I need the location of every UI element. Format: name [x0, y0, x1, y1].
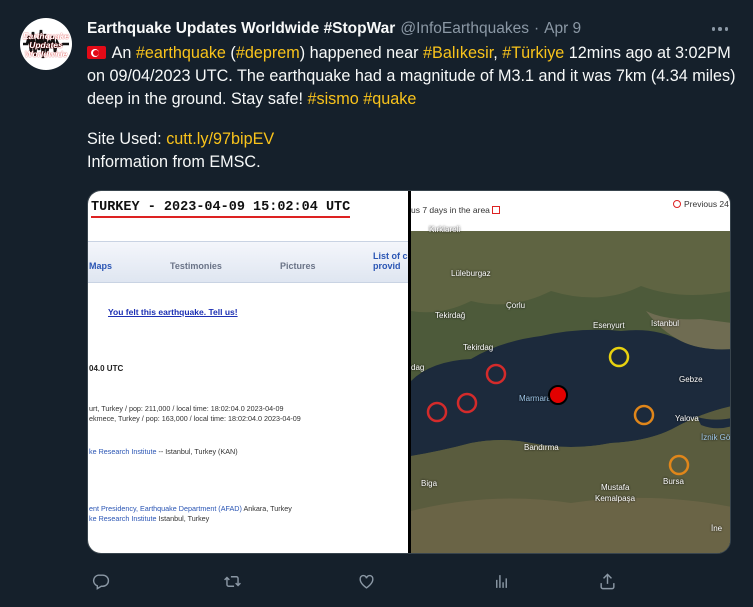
tab-pictures: Pictures [280, 261, 316, 271]
emsc-title: TURKEY - 2023-04-09 15:02:04 UTC [91, 200, 351, 218]
tab-maps: Maps [89, 261, 113, 271]
tweet-text: An #earthquake (#deprem) happened near #… [87, 42, 737, 174]
retweet-icon[interactable] [219, 568, 245, 594]
text-segment: An [111, 44, 136, 62]
like-icon[interactable] [353, 568, 379, 594]
info-source: Information from EMSC. [87, 153, 261, 171]
kan-source: ke Research Institute -- Istanbul, Turke… [89, 447, 238, 456]
legend-prev7: us 7 days in the area [411, 205, 500, 215]
kandilli-link: ke Research Institute [89, 514, 157, 523]
reply-icon[interactable] [87, 568, 113, 594]
separator-dot: · [533, 20, 540, 37]
kandilli-rest: Istanbul, Turkey [156, 514, 210, 523]
hashtag-deprem[interactable]: #deprem [236, 44, 300, 62]
media-image-emsc-page[interactable]: TURKEY - 2023-04-09 15:02:04 UTC Maps Te… [88, 191, 408, 553]
afad-source: ent Presidency, Earthquake Department (A… [89, 504, 292, 524]
text-segment: ( [225, 44, 236, 62]
author-handle[interactable]: @InfoEarthquakes [400, 20, 529, 38]
tweet[interactable]: Earthquake Updates Worldwide Earthquake … [0, 0, 753, 607]
past-event-marker [426, 401, 448, 423]
legend-prev24: Previous 24 [673, 199, 729, 209]
hashtag-quake[interactable]: #quake [363, 90, 416, 108]
tab-list-line2: provid [373, 261, 401, 271]
event-markers [426, 346, 690, 476]
views-icon[interactable] [488, 568, 514, 594]
kan-rest: -- Istanbul, Turkey (KAN) [156, 447, 238, 456]
tab-list-line1: List of c [373, 251, 408, 261]
tab-testimonies: Testimonies [170, 261, 222, 271]
emsc-tabs: Maps Testimonies Pictures List of c provi… [88, 241, 408, 283]
past-event-marker [668, 454, 690, 476]
current-event-marker [548, 385, 568, 405]
author-name[interactable]: Earthquake Updates Worldwide #StopWar [87, 20, 395, 38]
circle-marker-icon [673, 200, 681, 208]
felt-link: You felt this earthquake. Tell us! [108, 307, 238, 317]
media-image-map[interactable]: us 7 days in the area Previous 24 Kırkla… [411, 191, 730, 553]
site-link[interactable]: cutt.ly/97bipEV [166, 130, 274, 148]
tab-list: List of c provid [373, 251, 408, 271]
past-event-marker [608, 346, 630, 368]
more-options-icon[interactable] [707, 18, 733, 40]
media-grid: TURKEY - 2023-04-09 15:02:04 UTC Maps Te… [87, 190, 731, 554]
turkey-flag-icon [87, 46, 106, 59]
satellite-map: Kırklareli Lüleburgaz Çorlu Tekirdağ Tek… [411, 225, 730, 553]
text-segment: , [493, 44, 503, 62]
legend-prev24-label: Previous 24 [684, 199, 729, 209]
hashtag-earthquake[interactable]: #earthquake [136, 44, 226, 62]
avatar[interactable]: Earthquake Updates Worldwide [20, 18, 72, 70]
text-segment: ) happened near [299, 44, 424, 62]
tweet-date[interactable]: Apr 9 [544, 20, 581, 38]
past-event-marker [633, 404, 655, 426]
nearby-city-1: urt, Turkey / pop: 211,000 / local time:… [89, 404, 284, 413]
square-marker-icon [491, 206, 500, 214]
afad-rest: Ankara, Turkey [241, 504, 292, 513]
share-icon[interactable] [594, 568, 620, 594]
hashtag-balikesir[interactable]: #Balıkesir [423, 44, 493, 62]
site-used-label: Site Used: [87, 130, 167, 148]
hashtag-turkiye[interactable]: #Türkiye [502, 44, 564, 62]
nearby-cities: urt, Turkey / pop: 211,000 / local time:… [89, 404, 301, 424]
nearby-city-2: ekmece, Turkey / pop: 163,000 / local ti… [89, 414, 301, 423]
afad-link: ent Presidency, Earthquake Department (A… [89, 504, 242, 513]
tweet-actions [87, 568, 727, 594]
past-event-marker [456, 392, 478, 414]
past-event-marker [485, 363, 507, 385]
hashtag-sismo[interactable]: #sismo [307, 90, 358, 108]
utc-line: 04.0 UTC [89, 364, 124, 373]
tweet-header: Earthquake Updates Worldwide #StopWar @I… [87, 18, 581, 40]
avatar-text-line3: Worldwide [24, 49, 68, 59]
legend-prev7-label: us 7 days in the area [411, 205, 490, 215]
kan-link: ke Research Institute [89, 447, 157, 456]
